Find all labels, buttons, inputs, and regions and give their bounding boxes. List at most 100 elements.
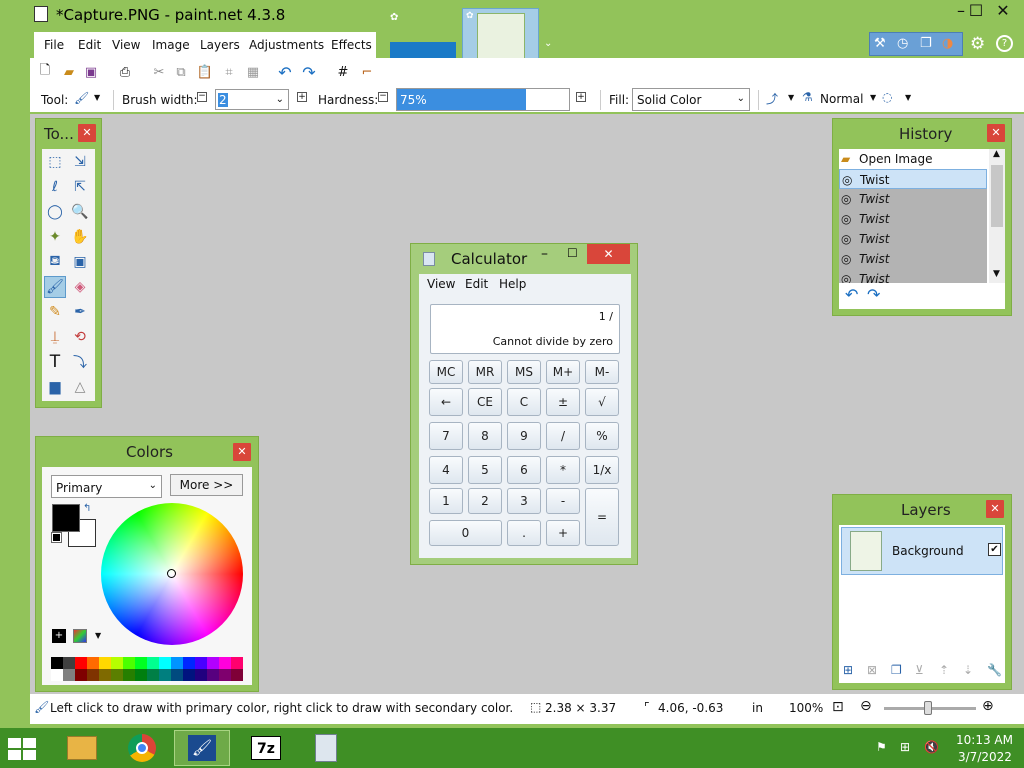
calc-key[interactable]: 9	[507, 422, 541, 450]
calc-key[interactable]: 1/x	[585, 456, 619, 484]
calc-key[interactable]: /	[546, 422, 580, 450]
delete-layer-icon[interactable]: ⊠	[867, 663, 877, 677]
close-button[interactable]: ✕	[986, 0, 1020, 24]
history-item-redo[interactable]: ◎ Twist	[839, 189, 987, 209]
palette-swatch[interactable]	[219, 657, 231, 669]
calc-minimize-button[interactable]: –	[541, 246, 548, 262]
zoom-fit-icon[interactable]: ⊡	[832, 699, 844, 715]
palette-swatch[interactable]	[111, 657, 123, 669]
taskbar-calculator[interactable]	[298, 730, 354, 766]
redo-icon[interactable]: ↷	[300, 63, 318, 82]
blend-mode-value[interactable]: Normal	[820, 92, 863, 106]
hardness-decrease-button[interactable]: −	[378, 92, 388, 102]
primary-color-swatch[interactable]	[52, 504, 80, 532]
palette-swatch[interactable]	[51, 669, 63, 681]
palette-swatch[interactable]	[123, 657, 135, 669]
save-icon[interactable]: ▣	[82, 63, 100, 81]
selection-mode-icon[interactable]: ◌	[882, 90, 892, 104]
fill-select[interactable]: Solid Color ⌄	[632, 88, 750, 111]
menu-adjustments[interactable]: Adjustments	[249, 38, 324, 52]
calc-key[interactable]: 3	[507, 488, 541, 514]
move-layer-up-icon[interactable]: ⇡	[939, 663, 949, 677]
calc-key[interactable]: 1	[429, 488, 463, 514]
calc-key[interactable]: MC	[429, 360, 463, 384]
copy-icon[interactable]: ⧉	[172, 63, 190, 81]
duplicate-layer-icon[interactable]: ❐	[891, 663, 902, 677]
hardness-increase-button[interactable]: +	[576, 92, 586, 102]
paint-bucket-icon[interactable]: ⛾	[44, 251, 66, 273]
move-selected-icon[interactable]: ⇲	[69, 151, 91, 173]
shapes-triangle-icon[interactable]: △	[69, 376, 91, 398]
action-center-flag-icon[interactable]: ⚑	[876, 740, 887, 754]
calc-key[interactable]: -	[546, 488, 580, 514]
recolor-icon[interactable]: ⟲	[69, 326, 91, 348]
calc-key[interactable]: 2	[468, 488, 502, 514]
palette-icon[interactable]	[73, 629, 87, 643]
start-windows-icon[interactable]	[8, 738, 38, 760]
ellipse-select-icon[interactable]: ◯	[44, 201, 66, 223]
layer-properties-icon[interactable]: 🔧	[987, 663, 1002, 677]
palette-swatch[interactable]	[99, 657, 111, 669]
lasso-select-icon[interactable]: ℓ	[44, 176, 66, 198]
calc-key[interactable]: 6	[507, 456, 541, 484]
merge-layer-icon[interactable]: ⊻	[915, 663, 924, 677]
palette-swatch[interactable]	[183, 657, 195, 669]
calc-close-button[interactable]: ✕	[587, 244, 630, 264]
palette-swatch[interactable]	[111, 669, 123, 681]
color-wheel[interactable]	[101, 503, 243, 645]
text-tool-icon[interactable]: T	[44, 351, 66, 373]
ruler-icon[interactable]: ⌐	[358, 63, 376, 81]
taskbar-file-explorer[interactable]	[54, 730, 110, 766]
pencil-icon[interactable]: ✎	[44, 301, 66, 323]
calc-key[interactable]: *	[546, 456, 580, 484]
menu-file[interactable]: File	[44, 38, 64, 52]
color-palette[interactable]	[51, 657, 243, 681]
taskbar-7zip[interactable]: 7z	[238, 730, 294, 766]
crop-icon[interactable]: ⌗	[220, 63, 238, 81]
layers-toggle-icon[interactable]: ❐	[920, 36, 932, 51]
menu-view[interactable]: View	[112, 38, 140, 52]
volume-muted-icon[interactable]: 🔇	[924, 740, 939, 754]
taskbar-paintnet[interactable]: 🖌	[174, 730, 230, 766]
calc-key[interactable]: MR	[468, 360, 502, 384]
calc-key[interactable]: √	[585, 388, 619, 416]
palette-swatch[interactable]	[87, 669, 99, 681]
calc-key[interactable]: 8	[468, 422, 502, 450]
shapes-icon[interactable]: ▆	[44, 376, 66, 398]
calc-key[interactable]: ±	[546, 388, 580, 416]
calc-key-decimal[interactable]: .	[507, 520, 541, 546]
reset-colors-icon[interactable]	[51, 532, 62, 543]
palette-swatch[interactable]	[159, 669, 171, 681]
add-layer-icon[interactable]: ⊞	[843, 663, 853, 677]
brush-width-increase-button[interactable]: +	[297, 92, 307, 102]
palette-swatch[interactable]	[63, 657, 75, 669]
paintbrush-icon[interactable]: 🖌	[44, 276, 66, 298]
zoom-value[interactable]: 100%	[789, 701, 823, 715]
history-item-selected[interactable]: ◎ Twist	[839, 169, 987, 189]
history-scrollbar[interactable]: ▲ ▼	[989, 149, 1005, 283]
eraser-icon[interactable]: ◈	[69, 276, 91, 298]
scroll-down-icon[interactable]: ▼	[993, 269, 1000, 279]
hardness-slider[interactable]: 75%	[396, 88, 570, 111]
calc-key[interactable]: 4	[429, 456, 463, 484]
history-item-redo[interactable]: ◎ Twist	[839, 229, 987, 249]
palette-swatch[interactable]	[207, 669, 219, 681]
history-item[interactable]: ▰ Open Image	[839, 149, 987, 169]
calculator-window[interactable]: Calculator – ☐ ✕ View Edit Help 1 / Cann…	[410, 243, 638, 565]
calc-key[interactable]: M-	[585, 360, 619, 384]
palette-swatch[interactable]	[75, 669, 87, 681]
history-toggle-icon[interactable]: ◷	[897, 36, 908, 51]
palette-swatch[interactable]	[183, 669, 195, 681]
antialiasing-dropdown-icon[interactable]: ▼	[788, 93, 794, 102]
line-curve-icon[interactable]: ⤵	[69, 351, 91, 373]
zoom-out-icon[interactable]: ⊖	[860, 698, 872, 714]
pan-hand-icon[interactable]: ✋	[69, 226, 91, 248]
tools-close-button[interactable]: ✕	[78, 124, 96, 142]
deselect-icon[interactable]: ▦	[244, 63, 262, 81]
tools-toggle-icon[interactable]: ⚒	[874, 36, 886, 51]
palette-swatch[interactable]	[231, 657, 243, 669]
calc-key[interactable]: 7	[429, 422, 463, 450]
units-select[interactable]: in	[752, 701, 763, 715]
more-colors-button[interactable]: More >>	[170, 474, 243, 496]
color-mode-select[interactable]: Primary ⌄	[51, 475, 162, 498]
